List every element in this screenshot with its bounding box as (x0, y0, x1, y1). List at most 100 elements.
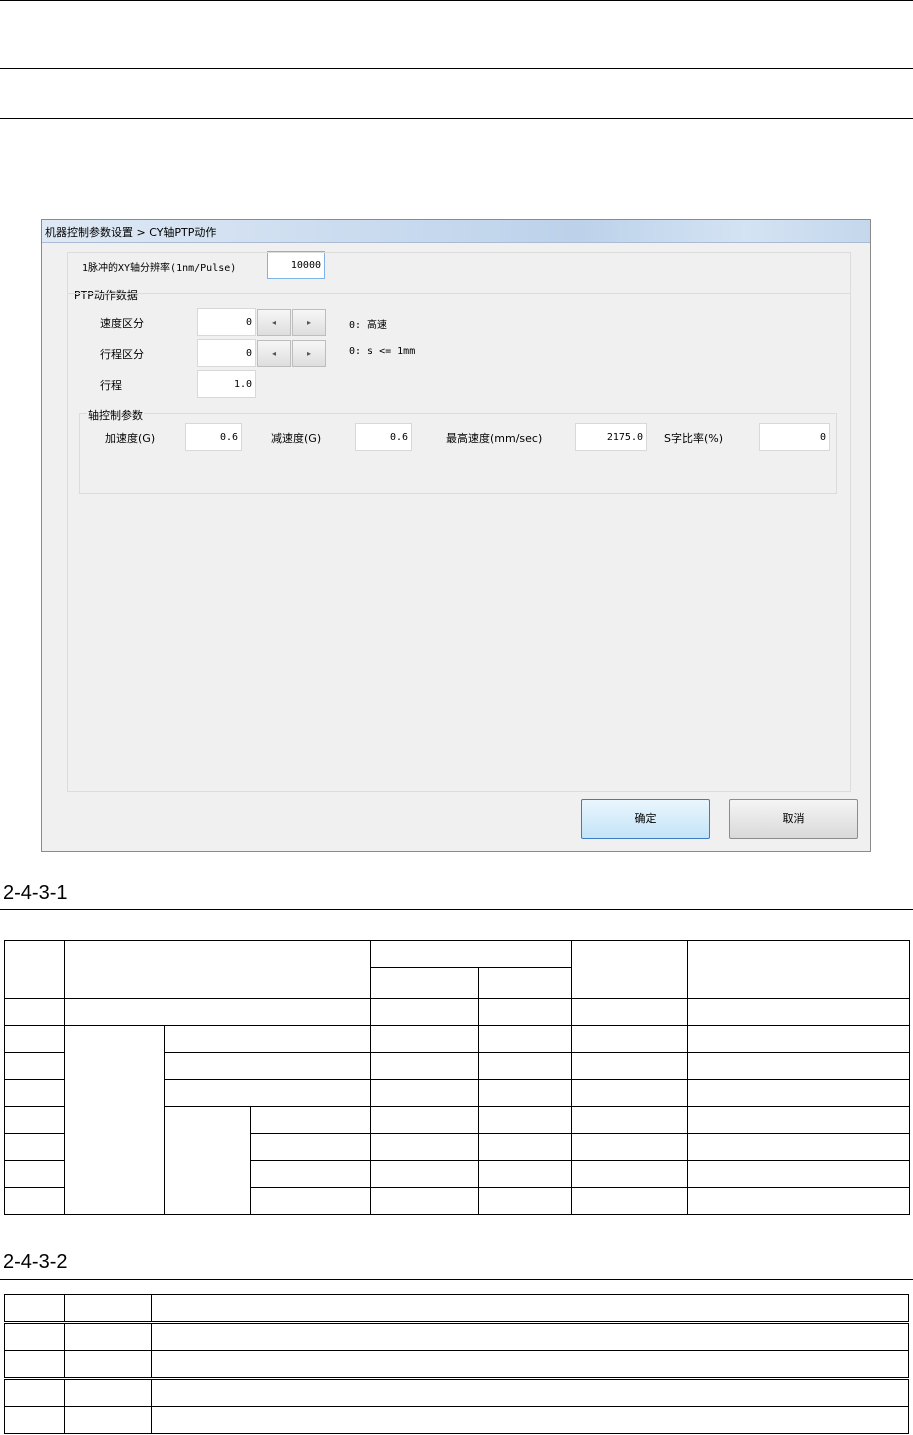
table-cell (64, 1406, 152, 1434)
speed-mode-decrement-button[interactable]: ◂ (257, 309, 291, 336)
ptp-settings-dialog: 机器控制参数设置 > CY轴PTP动作 1脉冲的XY轴分辨率(1nm/Pulse… (41, 219, 871, 852)
ok-button[interactable]: 确定 (581, 799, 710, 839)
table-cell (64, 1322, 152, 1351)
table-row (4, 1025, 911, 1215)
decel-input[interactable]: 0.6 (355, 423, 412, 451)
table-cell (571, 1079, 689, 1107)
description-table (4, 1294, 909, 1434)
speed-mode-input[interactable]: 0 (197, 308, 256, 336)
table-cell (4, 1052, 65, 1080)
table-cell (478, 1052, 573, 1080)
table-cell (4, 998, 65, 1026)
table-cell (64, 1350, 152, 1380)
max-speed-label: 最高速度(mm/sec) (446, 432, 543, 445)
table-cell (370, 1079, 480, 1107)
table-cell (4, 1350, 65, 1380)
table-cell (4, 1294, 65, 1324)
s-ratio-label: S字比率(%) (664, 432, 724, 445)
stroke-mode-note: 0: s <= 1mm (349, 346, 416, 357)
table-cell (249, 1106, 372, 1134)
table-cell (478, 1160, 573, 1188)
table1-caption-rule (0, 909, 913, 910)
stroke-mode-input[interactable]: 0 (197, 339, 256, 367)
stroke-mode-increment-button[interactable]: ▸ (292, 340, 326, 367)
header-rule-middle (0, 68, 913, 69)
table-cell (249, 1133, 372, 1161)
table-cell (64, 1025, 165, 1215)
table-cell (687, 998, 911, 1026)
header-rule-bottom (0, 118, 913, 119)
table-cell (4, 1106, 65, 1134)
table-row (4, 998, 911, 1026)
table-cell (478, 967, 573, 999)
table-cell (687, 1187, 911, 1215)
table-cell (151, 1378, 909, 1407)
table-cell (478, 1025, 573, 1053)
stroke-label: 行程 (100, 379, 122, 392)
table-cell (4, 1406, 65, 1434)
table-cell (478, 1079, 573, 1107)
table-cell (163, 1079, 372, 1107)
table-cell (571, 940, 689, 999)
table-cell (63, 998, 372, 1026)
table-cell (4, 1322, 65, 1351)
decel-label: 减速度(G) (271, 432, 322, 445)
table-cell (370, 998, 480, 1026)
table-cell (571, 1052, 689, 1080)
accel-input[interactable]: 0.6 (185, 423, 242, 451)
s-ratio-input[interactable]: 0 (759, 423, 830, 451)
table-cell (151, 1322, 909, 1351)
max-speed-input[interactable]: 2175.0 (575, 423, 647, 451)
table-cell (370, 1160, 480, 1188)
table2-caption: 2-4-3-2 (3, 1251, 68, 1273)
table-cell (249, 1160, 372, 1188)
table-header-row (4, 940, 911, 999)
table-cell (370, 967, 480, 999)
table-cell (4, 1133, 65, 1161)
table-cell (164, 1106, 251, 1215)
table-cell (4, 1025, 65, 1053)
stroke-mode-label: 行程区分 (100, 348, 144, 361)
table-cell (163, 1052, 372, 1080)
dialog-titlebar[interactable]: 机器控制参数设置 > CY轴PTP动作 (42, 220, 870, 243)
table-cell (4, 1187, 65, 1215)
header-rule-top (0, 0, 913, 1)
table2-caption-rule (0, 1279, 913, 1280)
speed-mode-note: 0: 高速 (349, 320, 388, 331)
table-cell (687, 1160, 911, 1188)
table-cell (687, 1133, 911, 1161)
table-cell (370, 1187, 480, 1215)
table-cell (249, 1187, 372, 1215)
table-cell (370, 1052, 480, 1080)
table-row (4, 1350, 909, 1380)
table-cell (4, 1160, 65, 1188)
table-cell (370, 1025, 480, 1053)
table-header-row (4, 1294, 909, 1324)
table-cell (687, 940, 911, 999)
table-cell (687, 1025, 911, 1053)
dialog-title: 机器控制参数设置 > CY轴PTP动作 (45, 226, 217, 239)
table-cell (370, 1133, 480, 1161)
speed-mode-increment-button[interactable]: ▸ (292, 309, 326, 336)
axis-group-title: 轴控制参数 (87, 407, 144, 423)
table-cell (64, 1294, 152, 1324)
stroke-input[interactable]: 1.0 (197, 370, 256, 398)
table-cell (478, 1133, 573, 1161)
table-cell (478, 998, 573, 1026)
table-cell (478, 1106, 573, 1134)
cancel-button[interactable]: 取消 (729, 799, 858, 839)
table-cell (370, 940, 573, 968)
table-cell (151, 1294, 909, 1324)
accel-label: 加速度(G) (105, 432, 156, 445)
stroke-mode-decrement-button[interactable]: ◂ (257, 340, 291, 367)
table-cell (4, 1079, 65, 1107)
table-cell (151, 1406, 909, 1434)
table-cell (687, 1106, 911, 1134)
table1-caption: 2-4-3-1 (3, 882, 68, 904)
table-cell (151, 1350, 909, 1380)
table-cell (64, 1378, 152, 1407)
table-cell (63, 940, 372, 999)
table-cell (687, 1052, 911, 1080)
table-cell (370, 1106, 480, 1134)
table-cell (571, 1106, 689, 1134)
